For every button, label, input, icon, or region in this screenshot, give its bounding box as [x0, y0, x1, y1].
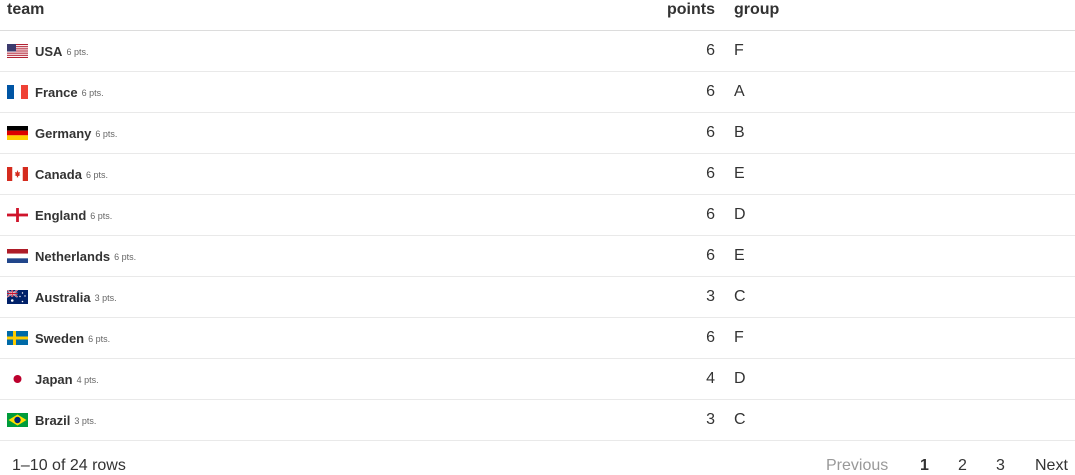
table-row: Sweden 6 pts. 6 F: [0, 318, 1075, 359]
group-cell: F: [734, 42, 744, 59]
flag-brazil-icon: [7, 413, 28, 427]
team-points-label: 6 pts.: [66, 47, 89, 57]
table-footer: 1–10 of 24 rows Previous 1 2 3 Next: [0, 455, 1075, 475]
points-cell: 4: [706, 370, 715, 387]
team-points-label: 6 pts.: [90, 211, 113, 221]
team-points-label: 4 pts.: [76, 375, 99, 385]
next-page-button[interactable]: Next: [1035, 457, 1068, 475]
points-cell: 6: [706, 329, 715, 346]
table-row: Australia 3 pts. 3 C: [0, 277, 1075, 318]
table-row: Japan 4 pts. 4 D: [0, 359, 1075, 400]
page-1-button[interactable]: 1: [920, 457, 929, 475]
team-name: Australia: [35, 289, 91, 305]
flag-france-icon: [7, 85, 28, 99]
flag-netherlands-icon: [7, 249, 28, 263]
points-cell: 3: [706, 288, 715, 305]
team-name: England: [35, 207, 87, 223]
team-name: Sweden: [35, 330, 85, 346]
team-points-label: 6 pts.: [114, 252, 137, 262]
team-points-label: 6 pts.: [95, 129, 118, 139]
flag-sweden-icon: [7, 331, 28, 345]
page-2-button[interactable]: 2: [958, 457, 967, 475]
flag-germany-icon: [7, 126, 28, 140]
team-cell: Sweden 6 pts.: [7, 318, 110, 358]
team-name: Netherlands: [35, 248, 111, 264]
table-row: Germany 6 pts. 6 B: [0, 113, 1075, 154]
points-cell: 6: [706, 124, 715, 141]
table-row: France 6 pts. 6 A: [0, 72, 1075, 113]
team-name: Japan: [35, 371, 73, 387]
team-name: Brazil: [35, 412, 71, 428]
previous-page-button[interactable]: Previous: [826, 457, 888, 475]
team-points-label: 3 pts.: [74, 416, 97, 426]
flag-japan-icon: [7, 372, 28, 386]
standings-table: team points group USA 6 pts. 6 F France …: [0, 0, 1075, 441]
group-cell: E: [734, 165, 745, 182]
column-header-team[interactable]: team: [7, 0, 44, 20]
team-points-label: 6 pts.: [88, 334, 111, 344]
team-points-label: 6 pts.: [81, 88, 104, 98]
group-cell: C: [734, 411, 746, 428]
table-row: USA 6 pts. 6 F: [0, 31, 1075, 72]
team-cell: Brazil 3 pts.: [7, 400, 96, 440]
team-cell: England 6 pts.: [7, 195, 112, 235]
column-header-points[interactable]: points: [600, 0, 715, 20]
flag-australia-icon: [7, 290, 28, 304]
team-name: Canada: [35, 166, 82, 182]
group-cell: D: [734, 370, 746, 387]
table-row: Netherlands 6 pts. 6 E: [0, 236, 1075, 277]
team-cell: USA 6 pts.: [7, 31, 88, 71]
team-points-label: 3 pts.: [94, 293, 117, 303]
points-cell: 6: [706, 206, 715, 223]
team-cell: Netherlands 6 pts.: [7, 236, 136, 276]
page-3-button[interactable]: 3: [996, 457, 1005, 475]
points-cell: 6: [706, 247, 715, 264]
group-cell: D: [734, 206, 746, 223]
team-cell: Japan 4 pts.: [7, 359, 99, 399]
flag-usa-icon: [7, 44, 28, 58]
points-cell: 6: [706, 42, 715, 59]
table-row: Canada 6 pts. 6 E: [0, 154, 1075, 195]
group-cell: A: [734, 83, 745, 100]
team-points-label: 6 pts.: [85, 170, 108, 180]
team-name: USA: [35, 43, 63, 59]
team-name: France: [35, 84, 78, 100]
group-cell: C: [734, 288, 746, 305]
flag-england-icon: [7, 208, 28, 222]
team-cell: Canada 6 pts.: [7, 154, 108, 194]
rows-info: 1–10 of 24 rows: [12, 457, 126, 474]
team-name: Germany: [35, 125, 92, 141]
flag-canada-icon: [7, 167, 28, 181]
team-cell: France 6 pts.: [7, 72, 104, 112]
group-cell: E: [734, 247, 745, 264]
table-row: England 6 pts. 6 D: [0, 195, 1075, 236]
team-cell: Germany 6 pts.: [7, 113, 117, 153]
column-header-group[interactable]: group: [734, 0, 779, 20]
group-cell: B: [734, 124, 745, 141]
points-cell: 6: [706, 165, 715, 182]
points-cell: 6: [706, 83, 715, 100]
table-header: team points group: [0, 0, 1075, 31]
group-cell: F: [734, 329, 744, 346]
table-row: Brazil 3 pts. 3 C: [0, 400, 1075, 441]
team-cell: Australia 3 pts.: [7, 277, 117, 317]
points-cell: 3: [706, 411, 715, 428]
